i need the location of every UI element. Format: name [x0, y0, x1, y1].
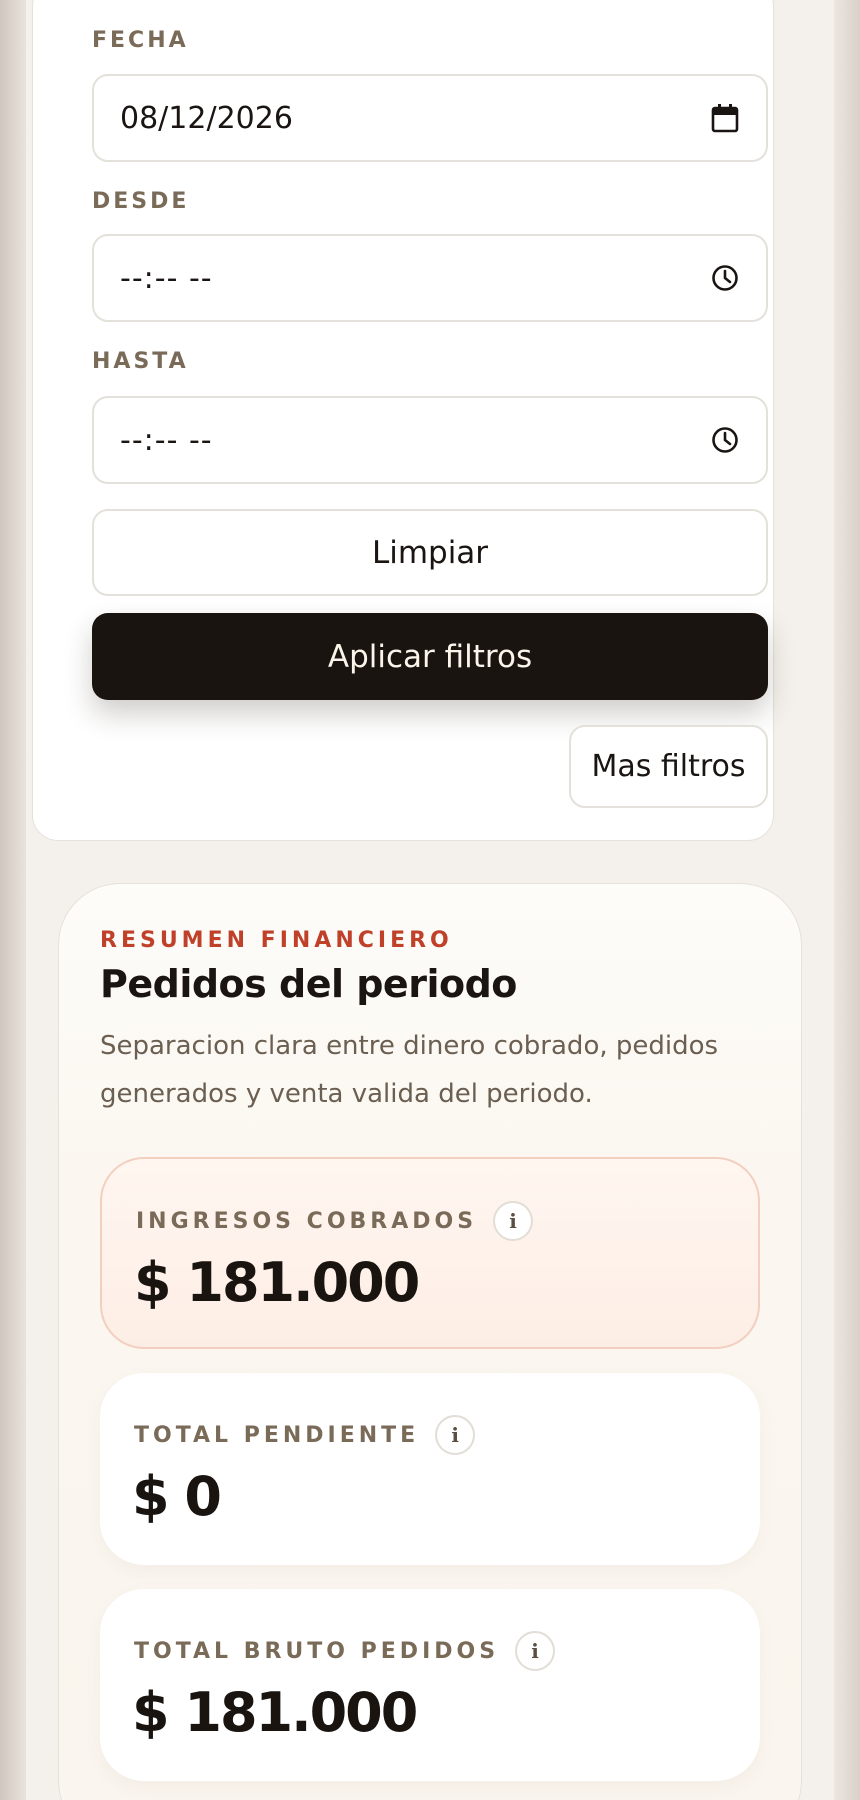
info-icon[interactable]: i	[435, 1415, 476, 1455]
metric-label-row: TOTAL PENDIENTE i	[134, 1415, 476, 1455]
metric-card-total-bruto-pedidos: TOTAL BRUTO PEDIDOS i $ 181.000	[100, 1589, 760, 1781]
apply-filters-button[interactable]: Aplicar filtros	[92, 613, 768, 700]
to-time-placeholder: --:-- --	[120, 422, 213, 458]
metric-label: INGRESOS COBRADOS	[136, 1208, 478, 1234]
from-time-input[interactable]: --:-- --	[92, 234, 768, 322]
to-label: HASTA	[92, 349, 189, 374]
clock-icon[interactable]	[710, 263, 740, 293]
metric-label: TOTAL BRUTO PEDIDOS	[134, 1638, 500, 1664]
info-icon[interactable]: i	[493, 1201, 534, 1241]
metric-value: $ 0	[132, 1465, 222, 1528]
metric-label: TOTAL PENDIENTE	[134, 1422, 420, 1448]
metric-value: $ 181.000	[132, 1681, 418, 1744]
metric-value: $ 181.000	[134, 1251, 420, 1314]
summary-eyebrow: RESUMEN FINANCIERO	[100, 928, 453, 953]
metric-card-ingresos-cobrados: INGRESOS COBRADOS i $ 181.000	[100, 1157, 760, 1349]
more-filters-button[interactable]: Mas filtros	[569, 725, 768, 808]
info-icon[interactable]: i	[515, 1631, 556, 1671]
calendar-icon[interactable]	[710, 103, 740, 133]
summary-title: Pedidos del periodo	[100, 962, 517, 1006]
from-label: DESDE	[92, 189, 190, 214]
date-value: 08/12/2026	[120, 100, 293, 136]
metric-card-total-pendiente: TOTAL PENDIENTE i $ 0	[100, 1373, 760, 1565]
metric-label-row: INGRESOS COBRADOS i	[136, 1201, 534, 1241]
from-time-placeholder: --:-- --	[120, 260, 213, 296]
summary-description: Separacion clara entre dinero cobrado, p…	[100, 1031, 719, 1109]
clock-icon[interactable]	[710, 425, 740, 455]
clear-button[interactable]: Limpiar	[92, 509, 768, 596]
to-time-input[interactable]: --:-- --	[92, 396, 768, 484]
metric-label-row: TOTAL BRUTO PEDIDOS i	[134, 1631, 556, 1671]
date-label: FECHA	[92, 28, 189, 53]
date-input[interactable]: 08/12/2026	[92, 74, 768, 162]
